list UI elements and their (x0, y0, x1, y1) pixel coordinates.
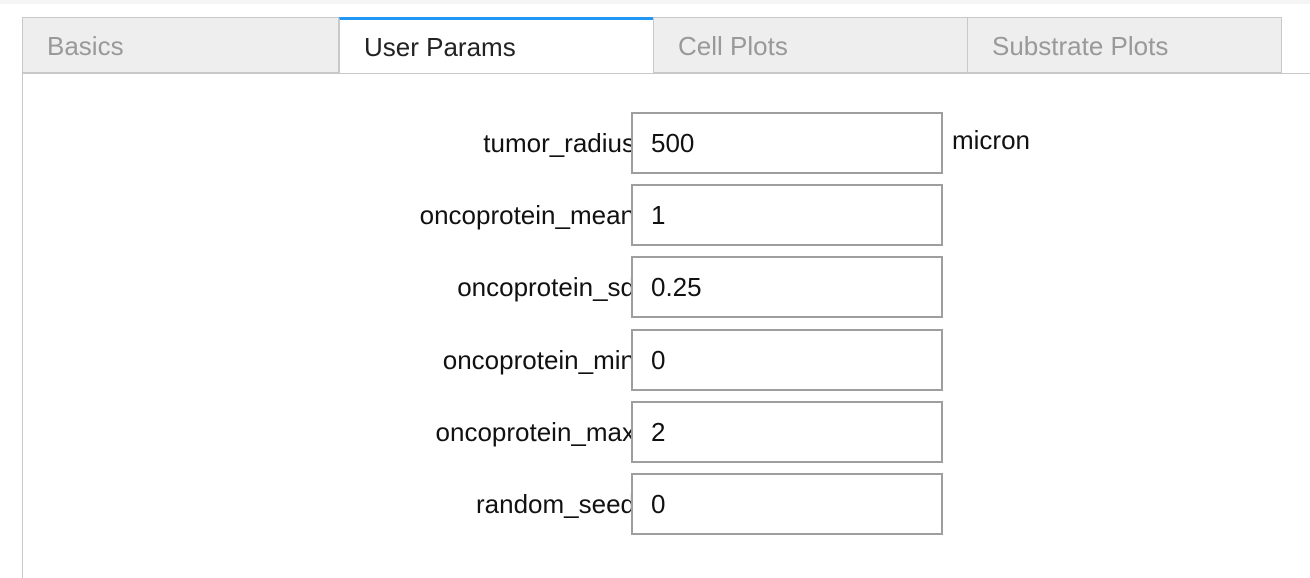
random-seed-input[interactable] (631, 473, 943, 535)
user-params-panel: tumor_radius micron oncoprotein_mean onc… (22, 73, 1310, 578)
tab-basics[interactable]: Basics (22, 17, 339, 73)
param-row-oncoprotein-min: oncoprotein_min (23, 329, 1310, 391)
param-label-random-seed: random_seed (476, 489, 635, 519)
tumor-radius-input[interactable] (631, 112, 943, 174)
top-strip (0, 0, 1310, 4)
param-row-oncoprotein-max: oncoprotein_max (23, 401, 1310, 463)
tab-bar: Basics User Params Cell Plots Substrate … (22, 17, 1310, 74)
tab-substrate-plots[interactable]: Substrate Plots (967, 17, 1282, 73)
param-label-oncoprotein-mean: oncoprotein_mean (419, 200, 635, 230)
param-label-tumor-radius: tumor_radius (483, 128, 635, 158)
oncoprotein-min-input[interactable] (631, 329, 943, 391)
param-label-oncoprotein-min: oncoprotein_min (442, 345, 635, 375)
param-row-oncoprotein-sd: oncoprotein_sd (23, 256, 1310, 318)
param-row-tumor-radius: tumor_radius micron (23, 112, 1310, 174)
param-row-random-seed: random_seed (23, 473, 1310, 535)
param-label-oncoprotein-sd: oncoprotein_sd (457, 272, 635, 302)
tab-user-params[interactable]: User Params (339, 17, 654, 74)
oncoprotein-max-input[interactable] (631, 401, 943, 463)
param-row-oncoprotein-mean: oncoprotein_mean (23, 184, 1310, 246)
tab-cell-plots[interactable]: Cell Plots (653, 17, 968, 73)
unit-label-micron: micron (952, 125, 1031, 155)
oncoprotein-sd-input[interactable] (631, 256, 943, 318)
param-label-oncoprotein-max: oncoprotein_max (435, 417, 635, 447)
oncoprotein-mean-input[interactable] (631, 184, 943, 246)
app-window: Basics User Params Cell Plots Substrate … (0, 0, 1310, 578)
